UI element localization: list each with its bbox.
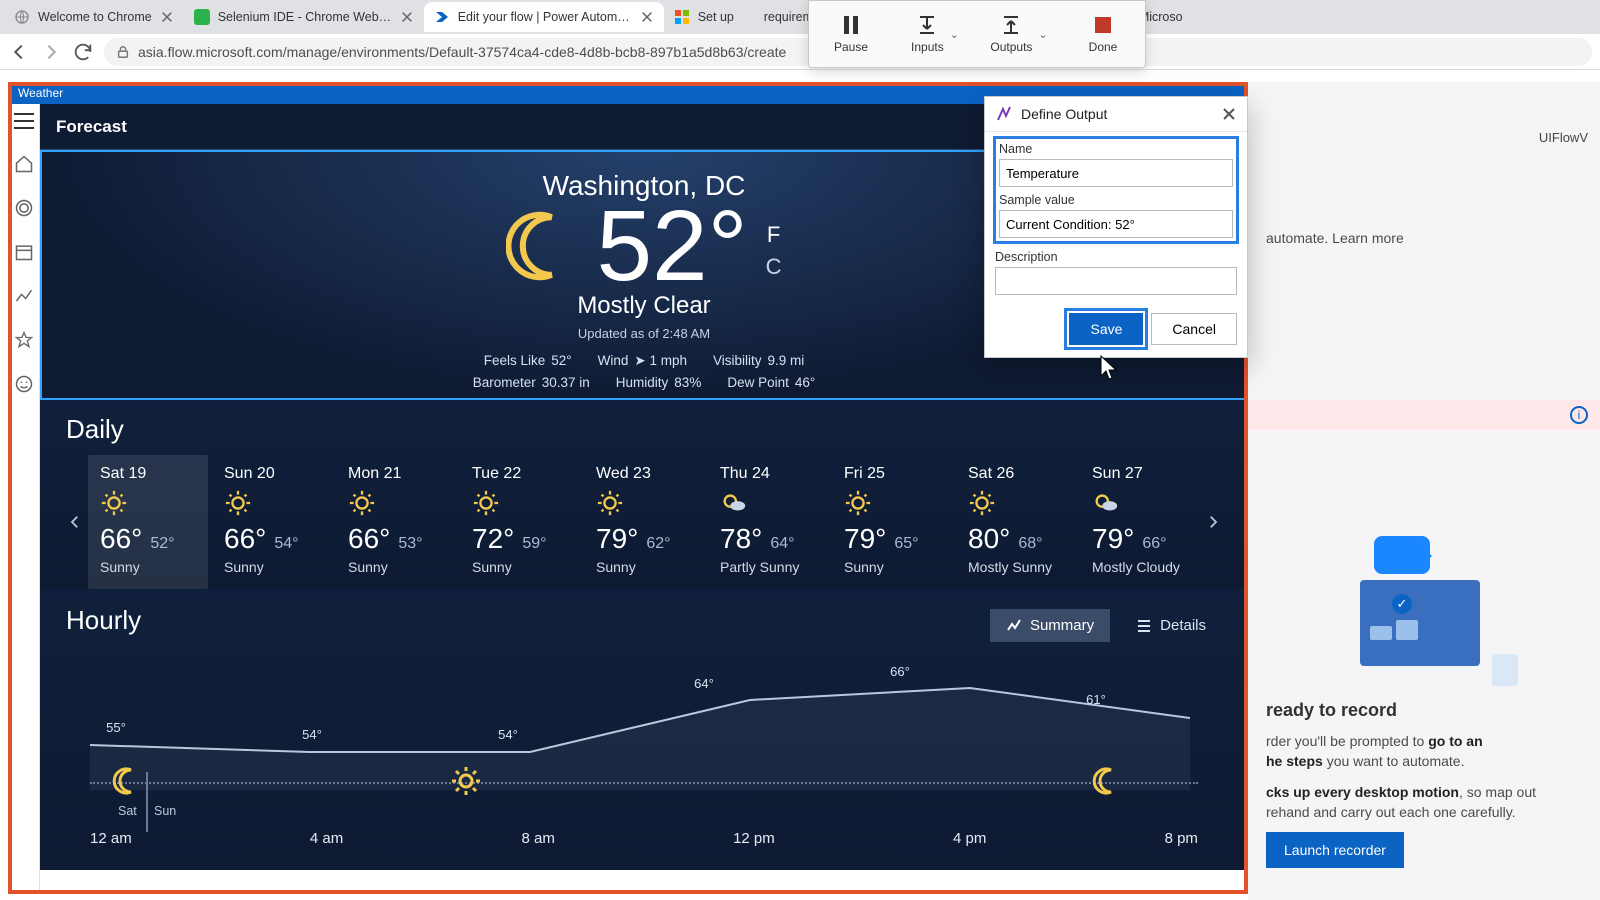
day-card[interactable]: Sat 2680°68°Mostly Sunny xyxy=(956,455,1076,589)
daily-title: Daily xyxy=(66,414,1222,445)
unit-f[interactable]: F xyxy=(766,222,782,248)
name-label: Name xyxy=(999,142,1233,156)
condition-moon-icon xyxy=(506,210,578,282)
current-temp: 52° xyxy=(596,196,747,296)
day-card[interactable]: Wed 2379°62°Sunny xyxy=(584,455,704,589)
close-icon[interactable] xyxy=(400,10,414,24)
tab-label: Welcome to Chrome xyxy=(38,10,152,24)
done-button[interactable]: Done xyxy=(1061,1,1145,67)
summary-button[interactable]: Summary xyxy=(990,609,1110,642)
star-icon[interactable] xyxy=(14,330,34,350)
moon-icon xyxy=(1091,766,1121,796)
browser-tabbar: Welcome to Chrome Selenium IDE - Chrome … xyxy=(0,0,1600,34)
recorder-toolbar: Pause Inputs ⌄ Outputs ⌄ Done xyxy=(808,0,1146,68)
outputs-icon xyxy=(1000,14,1022,36)
day-card[interactable]: Tue 2272°59°Sunny xyxy=(460,455,580,589)
selenium-icon xyxy=(194,9,210,25)
close-icon[interactable] xyxy=(640,10,654,24)
tab-setup[interactable]: Set up xyxy=(664,2,754,32)
app-sidebar xyxy=(8,104,40,894)
smiley-icon[interactable] xyxy=(14,374,34,394)
chevron-down-icon[interactable]: ⌄ xyxy=(1038,28,1047,41)
tab-label: Selenium IDE - Chrome Web Sto xyxy=(218,10,392,24)
back-icon[interactable] xyxy=(8,41,30,63)
day-card[interactable]: Thu 2478°64°Partly Sunny xyxy=(708,455,828,589)
ms-icon xyxy=(674,9,690,25)
tab-welcome[interactable]: Welcome to Chrome xyxy=(4,2,184,32)
tab-selenium[interactable]: Selenium IDE - Chrome Web Sto xyxy=(184,2,424,32)
daily-row: Sat 1966°52°SunnySun 2066°54°SunnyMon 21… xyxy=(66,455,1222,589)
pause-icon xyxy=(841,14,861,36)
forward-icon[interactable] xyxy=(40,41,62,63)
sample-label: Sample value xyxy=(999,193,1233,207)
define-output-modal: Define Output Name Sample value Descript… xyxy=(984,96,1248,358)
daily-section: Daily Sat 1966°52°SunnySun 2066°54°Sunny… xyxy=(40,400,1248,589)
day-card[interactable]: Mon 2166°53°Sunny xyxy=(336,455,456,589)
day-card[interactable]: Sun 2779°66°Mostly Cloudy xyxy=(1080,455,1200,589)
close-icon[interactable] xyxy=(1221,106,1237,122)
unit-c[interactable]: C xyxy=(766,254,782,280)
cancel-button[interactable]: Cancel xyxy=(1151,313,1237,345)
ready-p1: rder you'll be prompted to go to anhe st… xyxy=(1266,731,1582,772)
close-icon[interactable] xyxy=(160,10,174,24)
hourly-graph: 55° 54° 54° 64° 66° 61° Sat Sun 12 am4 a… xyxy=(66,660,1222,870)
inputs-button[interactable]: Inputs ⌄ xyxy=(893,1,977,67)
tab-power-automate[interactable]: Edit your flow | Power Automate xyxy=(424,2,664,32)
ready-heading: ready to record xyxy=(1266,700,1582,721)
modal-title: Define Output xyxy=(1021,106,1221,122)
desc-input[interactable] xyxy=(995,267,1237,295)
chevron-right-icon[interactable] xyxy=(1204,513,1222,531)
browser-toolbar: asia.flow.microsoft.com/manage/environme… xyxy=(0,34,1600,70)
error-bar: i xyxy=(1248,400,1600,430)
details-icon xyxy=(1136,618,1152,634)
hourly-section: Hourly Summary Details 55° 54° 54° 64 xyxy=(40,589,1248,870)
recorder-illustration: ✓ xyxy=(1334,546,1514,686)
day-card[interactable]: Sun 2066°54°Sunny xyxy=(212,455,332,589)
page-title: Forecast xyxy=(56,117,127,137)
radar-icon[interactable] xyxy=(14,198,34,218)
globe-icon xyxy=(14,9,30,25)
flow-icon xyxy=(434,9,450,25)
moon-icon xyxy=(111,766,141,796)
home-icon[interactable] xyxy=(14,154,34,174)
desc-label: Description xyxy=(995,250,1237,264)
details-button[interactable]: Details xyxy=(1120,609,1222,642)
learn-more-line: automate. Learn more xyxy=(1266,230,1582,246)
summary-icon xyxy=(1006,618,1022,634)
hamburger-icon[interactable] xyxy=(13,112,35,130)
reload-icon[interactable] xyxy=(72,41,94,63)
day-card[interactable]: Fri 2579°65°Sunny xyxy=(832,455,952,589)
sun-icon xyxy=(451,766,481,796)
stop-icon xyxy=(1092,14,1114,36)
info-icon[interactable]: i xyxy=(1570,406,1588,424)
tab-label: Edit your flow | Power Automate xyxy=(458,10,632,24)
tab-label: Set up xyxy=(698,10,744,24)
chevron-down-icon[interactable]: ⌄ xyxy=(950,28,959,41)
launch-recorder-button[interactable]: Launch recorder xyxy=(1266,832,1404,868)
designer-panel: UIFlowV automate. Learn more i ✓ ready t… xyxy=(1248,82,1600,900)
sample-input[interactable] xyxy=(999,210,1233,238)
output-icon xyxy=(995,105,1013,123)
inputs-icon xyxy=(916,14,938,36)
chevron-left-icon[interactable] xyxy=(66,513,84,531)
ready-p2: cks up every desktop motion, so map outr… xyxy=(1266,782,1582,823)
save-button[interactable]: Save xyxy=(1069,313,1143,345)
hourly-title: Hourly xyxy=(66,605,990,636)
lock-icon xyxy=(116,45,130,59)
pause-button[interactable]: Pause xyxy=(809,1,893,67)
day-card[interactable]: Sat 1966°52°Sunny xyxy=(88,455,208,589)
chart-icon[interactable] xyxy=(14,286,34,306)
hourly-axis: 12 am4 am8 am12 pm4 pm8 pm xyxy=(90,830,1198,847)
flow-name: UIFlowV xyxy=(1539,130,1588,145)
url-text: asia.flow.microsoft.com/manage/environme… xyxy=(138,44,786,60)
outputs-button[interactable]: Outputs ⌄ xyxy=(977,1,1061,67)
calendar-icon[interactable] xyxy=(14,242,34,262)
name-input[interactable] xyxy=(999,159,1233,187)
